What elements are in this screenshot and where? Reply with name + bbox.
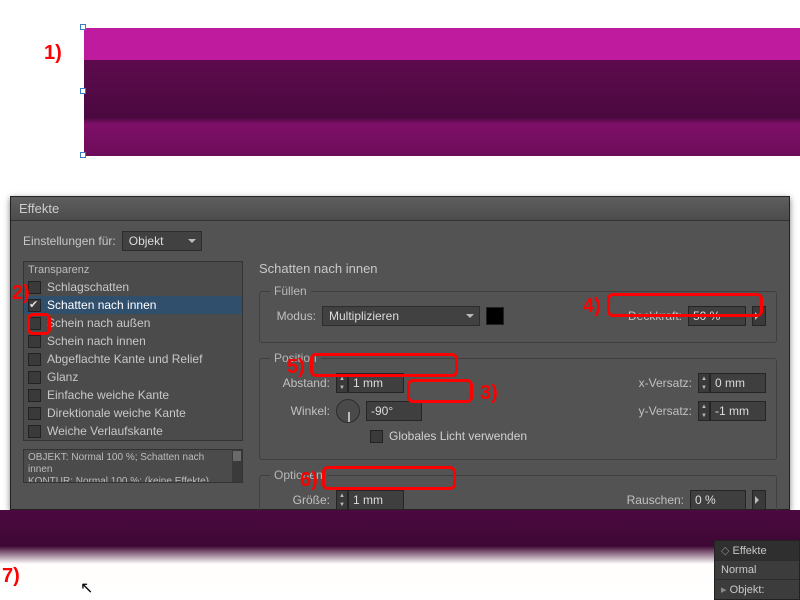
position-group: Position Abstand: ▲▼ x-Versatz: ▲▼ Winke… — [259, 351, 777, 460]
panel-tab[interactable]: ◇ Effekte — [715, 541, 799, 560]
stepper[interactable]: ▲▼ — [336, 373, 348, 393]
effect-item-schein-nach-aussen[interactable]: Schein nach außen — [24, 314, 242, 332]
checkbox[interactable] — [28, 425, 41, 438]
effect-item-schatten-nach-innen[interactable]: Schatten nach innen — [24, 296, 242, 314]
selection-handle[interactable] — [80, 88, 86, 94]
global-light-checkbox[interactable] — [370, 430, 383, 443]
annotation-2: 2) — [12, 282, 30, 305]
annotation-5: 5) — [287, 356, 305, 379]
checkbox[interactable] — [28, 389, 41, 402]
effects-summary: OBJEKT: Normal 100 %; Schatten nach inne… — [23, 449, 243, 483]
effects-header[interactable]: Transparenz — [24, 262, 242, 278]
distance-input[interactable]: ▲▼ — [336, 373, 404, 393]
noise-label: Rauschen: — [627, 493, 684, 507]
settings-for-select[interactable]: Objekt — [122, 231, 202, 251]
selected-object[interactable] — [84, 28, 800, 156]
effect-item-abgeflachte-kante[interactable]: Abgeflachte Kante und Relief — [24, 350, 242, 368]
effect-item-direktionale-weiche-kante[interactable]: Direktionale weiche Kante — [24, 404, 242, 422]
checkbox[interactable] — [28, 299, 41, 312]
panel-title: Schatten nach innen — [259, 261, 777, 276]
fill-group: Füllen Modus: Multiplizieren Deckkraft: — [259, 284, 777, 343]
stepper[interactable]: ▲▼ — [698, 401, 710, 421]
panel-object-row[interactable]: ▸ Objekt: — [715, 579, 799, 599]
opacity-label: Deckkraft: — [628, 309, 682, 323]
annotation-6: 6) — [300, 469, 318, 492]
global-light-label: Globales Licht verwenden — [389, 429, 527, 443]
settings-for-label: Einstellungen für: — [23, 234, 116, 248]
effect-item-einfache-weiche-kante[interactable]: Einfache weiche Kante — [24, 386, 242, 404]
opacity-input[interactable] — [688, 306, 746, 326]
noise-flyout[interactable] — [752, 490, 766, 510]
opacity-flyout[interactable] — [752, 306, 766, 326]
checkbox[interactable] — [28, 281, 41, 294]
checkbox[interactable] — [28, 317, 41, 330]
annotation-4: 4) — [583, 295, 601, 318]
mode-label: Modus: — [270, 309, 316, 323]
panel-mode-row[interactable]: Normal — [715, 560, 799, 579]
stepper[interactable]: ▲▼ — [698, 373, 710, 393]
scrollbar[interactable] — [232, 450, 242, 482]
annotation-1: 1) — [44, 42, 62, 65]
color-swatch[interactable] — [486, 307, 504, 325]
annotation-3: 3) — [480, 382, 498, 405]
selection-handle[interactable] — [80, 24, 86, 30]
x-offset-input[interactable]: ▲▼ — [698, 373, 766, 393]
annotation-7: 7) — [2, 565, 20, 588]
angle-label: Winkel: — [270, 404, 330, 418]
mode-select[interactable]: Multiplizieren — [322, 306, 480, 326]
effects-dialog: Effekte Einstellungen für: Objekt Transp… — [10, 196, 790, 510]
selection-handle[interactable] — [80, 152, 86, 158]
effect-item-schlagschatten[interactable]: Schlagschatten — [24, 278, 242, 296]
size-input[interactable]: ▲▼ — [336, 490, 404, 510]
y-offset-label: y-Versatz: — [639, 404, 692, 418]
effects-list: Transparenz Schlagschatten Schatten nach… — [23, 261, 243, 441]
size-label: Größe: — [270, 493, 330, 507]
angle-input[interactable] — [366, 401, 422, 421]
noise-input[interactable] — [690, 490, 746, 510]
canvas[interactable] — [0, 0, 800, 196]
effects-panel[interactable]: ◇ Effekte Normal ▸ Objekt: — [714, 540, 800, 600]
x-offset-label: x-Versatz: — [639, 376, 692, 390]
effect-item-glanz[interactable]: Glanz — [24, 368, 242, 386]
cursor-icon: ↖ — [80, 578, 93, 598]
dialog-title: Effekte — [11, 197, 789, 221]
stepper[interactable]: ▲▼ — [336, 490, 348, 510]
checkbox[interactable] — [28, 353, 41, 366]
y-offset-input[interactable]: ▲▼ — [698, 401, 766, 421]
checkbox[interactable] — [28, 407, 41, 420]
options-legend: Optionen — [270, 468, 327, 482]
checkbox[interactable] — [28, 335, 41, 348]
angle-dial[interactable] — [336, 399, 360, 423]
bottom-area — [0, 510, 800, 600]
effect-item-schein-nach-innen[interactable]: Schein nach innen — [24, 332, 242, 350]
effect-item-weiche-verlaufskante[interactable]: Weiche Verlaufskante — [24, 422, 242, 440]
checkbox[interactable] — [28, 371, 41, 384]
fill-legend: Füllen — [270, 284, 311, 298]
